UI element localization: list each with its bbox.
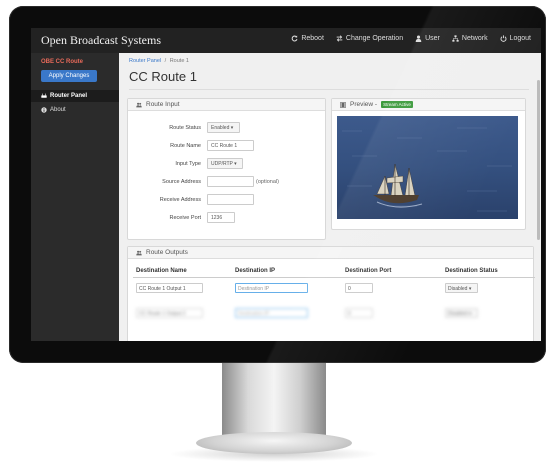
preview-title: Preview - (350, 101, 378, 108)
receive-port-label: Receive Port (169, 215, 202, 221)
route-status-select[interactable]: Enabled ▾ (207, 122, 240, 133)
change-operation-label: Change Operation (345, 35, 404, 42)
destination-status-select[interactable]: Disabled ▾ (445, 308, 478, 318)
destination-ip-input[interactable]: Destination IP (235, 283, 308, 293)
refresh-icon (291, 35, 298, 42)
monitor-screen: Open Broadcast Systems Reboot Change Ope… (31, 28, 541, 341)
preview-panel: Preview - Stream Active (331, 98, 526, 230)
top-navbar: Open Broadcast Systems Reboot Change Ope… (31, 28, 541, 53)
route-input-heading: Route Input (128, 99, 325, 111)
destination-port-input[interactable]: 0 (345, 283, 373, 293)
receive-port-row: Receive Port 1236 (128, 212, 328, 224)
source-address-row: Source Address (optional) (128, 176, 328, 188)
brand-title: Open Broadcast Systems (41, 33, 161, 47)
apply-changes-button[interactable]: Apply Changes (41, 70, 97, 82)
col-destination-ip: Destination IP (235, 268, 276, 274)
stream-status-badge: Stream Active (381, 101, 413, 108)
table-row: CC Route 1 Output 2 Destination IP 0 Dis… (133, 306, 535, 321)
logout-button[interactable]: Logout (500, 35, 531, 42)
col-destination-status: Destination Status (445, 268, 498, 274)
col-destination-name: Destination Name (136, 268, 187, 274)
film-icon (340, 101, 346, 108)
network-label: Network (461, 35, 488, 42)
navbar-menu: Reboot Change Operation User Network Log… (291, 35, 531, 42)
route-input-title: Route Input (146, 101, 180, 108)
receive-address-input[interactable] (207, 194, 254, 205)
stream-preview-image (337, 116, 518, 219)
exchange-icon (336, 35, 343, 42)
user-label: User (425, 35, 440, 42)
sidebar: OBE CC Route Apply Changes Router Panel … (31, 53, 119, 341)
route-input-panel: Route Input Route Status Enabled ▾ Route… (127, 98, 326, 240)
receive-port-input[interactable]: 1236 (207, 212, 235, 223)
route-status-row: Route Status Enabled ▾ (128, 122, 328, 134)
page-title: CC Route 1 (129, 69, 197, 84)
user-button[interactable]: User (415, 35, 440, 42)
destination-name-input[interactable]: CC Route 1 Output 1 (136, 283, 203, 293)
title-divider (129, 89, 529, 90)
route-outputs-title: Route Outputs (146, 249, 188, 256)
sidebar-title: OBE CC Route (41, 59, 83, 65)
main-content: Router Panel / Route 1 CC Route 1 Route … (119, 53, 541, 341)
sidebar-item-label: About (50, 107, 66, 113)
monitor-bezel: Open Broadcast Systems Reboot Change Ope… (9, 6, 546, 363)
route-name-input[interactable]: CC Route 1 (207, 140, 254, 151)
monitor-stand-neck (222, 363, 326, 438)
route-outputs-heading: Route Outputs (128, 247, 533, 259)
outputs-table-header: Destination Name Destination IP Destinat… (133, 265, 535, 278)
sidebar-item-label: Router Panel (50, 93, 88, 99)
scrollbar[interactable] (537, 80, 540, 240)
network-button[interactable]: Network (452, 35, 488, 42)
route-outputs-panel: Route Outputs Destination Name Destinati… (127, 246, 535, 341)
user-icon (415, 35, 422, 42)
power-icon (500, 35, 507, 42)
source-address-note: (optional) (256, 179, 279, 185)
receive-address-label: Receive Address (159, 197, 201, 203)
preview-heading: Preview - Stream Active (332, 99, 525, 111)
table-row: CC Route 1 Output 1 Destination IP 0 Dis… (133, 281, 535, 296)
input-type-row: Input Type UDP/RTP ▾ (128, 158, 328, 170)
users-icon (136, 250, 142, 255)
source-address-input[interactable] (207, 176, 254, 187)
breadcrumb-current: Route 1 (169, 58, 189, 64)
breadcrumb-separator: / (164, 58, 167, 64)
source-address-label: Source Address (162, 179, 201, 185)
sidebar-item-about[interactable]: About (31, 104, 119, 116)
change-operation-button[interactable]: Change Operation (336, 35, 403, 42)
users-icon (136, 102, 142, 107)
monitor-stand-base (196, 432, 352, 454)
sidebar-item-router-panel[interactable]: Router Panel (31, 90, 119, 102)
col-destination-port: Destination Port (345, 268, 392, 274)
route-status-label: Route Status (169, 125, 201, 131)
breadcrumb: Router Panel / Route 1 (129, 58, 189, 64)
reboot-button[interactable]: Reboot (291, 35, 324, 42)
info-icon (41, 107, 47, 113)
destination-port-input[interactable]: 0 (345, 308, 373, 318)
receive-address-row: Receive Address (128, 194, 328, 206)
reboot-label: Reboot (301, 35, 324, 42)
breadcrumb-router-panel[interactable]: Router Panel (129, 58, 161, 64)
network-icon (452, 35, 459, 42)
route-name-row: Route Name CC Route 1 (128, 140, 328, 152)
input-type-select[interactable]: UDP/RTP ▾ (207, 158, 243, 169)
destination-name-input[interactable]: CC Route 1 Output 2 (136, 308, 203, 318)
destination-status-select[interactable]: Disabled ▾ (445, 283, 478, 293)
route-name-label: Route Name (170, 143, 201, 149)
destination-ip-input[interactable]: Destination IP (235, 308, 308, 318)
logout-label: Logout (509, 35, 531, 42)
router-icon (41, 93, 47, 98)
input-type-label: Input Type (175, 161, 201, 167)
